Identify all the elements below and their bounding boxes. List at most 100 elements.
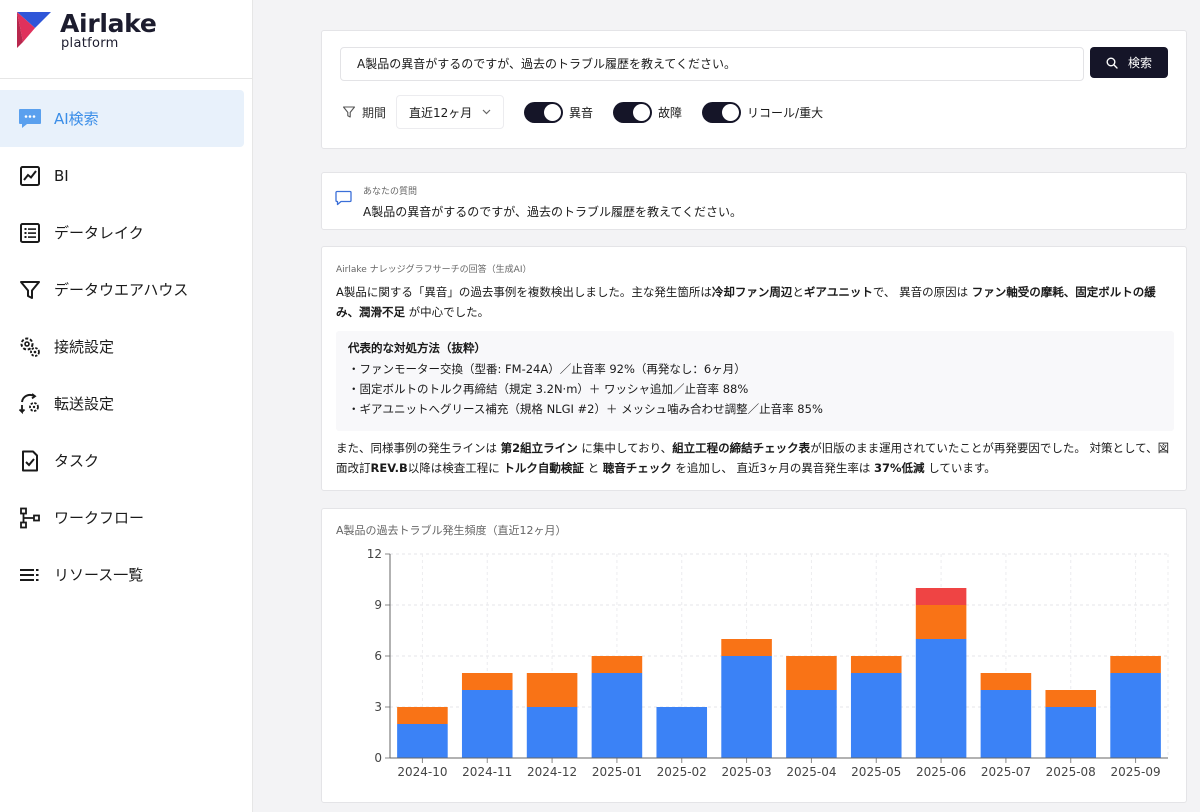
sidebar-item-label: データウエアハウス	[54, 281, 189, 299]
bar-chart: 0 3 6 9 12 2024-10 2024-11 2024-12 2025-01 2025-0…	[367, 547, 1169, 779]
search-button[interactable]: 検索	[1090, 47, 1168, 78]
answer-text: が中心でした。	[405, 305, 490, 319]
x-tick-label: 2025-06	[916, 765, 966, 779]
sidebar-item[interactable]: AI検索	[0, 90, 244, 147]
sidebar-item-label: ワークフロー	[54, 509, 145, 527]
search-button-label: 検索	[1127, 56, 1152, 70]
question-card: あなたの質問 A製品の異音がするのですが、過去のトラブル履歴を教えてください。	[321, 172, 1187, 230]
period-select-value: 直近12ヶ月	[409, 105, 473, 120]
toggle-noise: 異音	[524, 101, 594, 123]
bar-segment	[915, 639, 967, 758]
sidebar-item[interactable]: ワークフロー	[0, 489, 244, 546]
sidebar-item-label: データレイク	[54, 224, 144, 242]
chat-bubble-icon	[335, 190, 352, 206]
answer-text: A製品に関する「異音」の過去事例を複数検出しました。主な発生箇所は	[336, 285, 712, 299]
funnel-icon	[18, 278, 42, 302]
sidebar-item-label: AI検索	[54, 110, 99, 128]
bar-segment	[1110, 673, 1161, 758]
answer-text: に集中しており、	[577, 441, 673, 455]
toggle-switch-failure[interactable]	[613, 101, 653, 123]
gear-connect-icon	[18, 335, 42, 359]
answer-highlight: 冷却ファン周辺	[711, 285, 793, 299]
toggle-label-noise: 異音	[569, 105, 594, 120]
bar-segment	[656, 707, 708, 758]
question-caption: あなたの質問	[363, 187, 418, 197]
answer-header: Airlake ナレッジグラフサーチの回答（生成AI）	[336, 265, 532, 275]
period-label: 期間	[362, 105, 387, 120]
answer-text: と	[792, 285, 804, 299]
bar-segment	[980, 690, 1032, 758]
sidebar-item[interactable]: データレイク	[0, 204, 244, 261]
x-tick-label: 2025-08	[1046, 765, 1096, 779]
x-tick-label: 2024-12	[527, 765, 577, 779]
toggle-switch-noise[interactable]	[524, 101, 564, 123]
method-item: ・ファンモーター交換（型番: FM-24A）／止音率 92%（再発なし：6ヶ月）	[348, 362, 746, 376]
answer-highlight: 組立工程の締結チェック表	[672, 441, 811, 455]
answer-card: Airlake ナレッジグラフサーチの回答（生成AI） A製品に関する「異音」の…	[321, 246, 1187, 491]
bar-segment	[915, 605, 967, 639]
sidebar-item-label: 接続設定	[54, 338, 115, 356]
bar-segment	[850, 656, 902, 673]
sidebar-item-label: タスク	[54, 452, 100, 470]
workflow-icon	[18, 506, 42, 530]
sidebar-item[interactable]: リソース一覧	[0, 546, 244, 603]
x-tick-label: 2024-10	[397, 765, 447, 779]
airlake-logo-icon	[17, 12, 51, 48]
sidebar-item[interactable]: 接続設定	[0, 318, 244, 375]
sidebar-item[interactable]: タスク	[0, 432, 244, 489]
bar-segment	[397, 724, 448, 758]
search-input[interactable]: A製品の異音がするのですが、過去のトラブル履歴を教えてください。	[340, 47, 1084, 81]
toggle-label-failure: 故障	[658, 105, 683, 120]
sidebar-item[interactable]: データウエアハウス	[0, 261, 244, 318]
bar-segment	[980, 673, 1032, 690]
x-tick-label: 2024-11	[462, 765, 512, 779]
sidebar: Airlake platform AI検索 BI データレイクデータウエアハウス 接続…	[0, 0, 253, 812]
methods-box: 代表的な対処方法（抜粋） ・ファンモーター交換（型番: FM-24A）／止音率 …	[336, 331, 1174, 431]
methods-title: 代表的な対処方法（抜粋）	[348, 341, 486, 355]
sidebar-item[interactable]: BI	[0, 147, 244, 204]
search-panel: A製品の異音がするのですが、過去のトラブル履歴を教えてください。 検索 期間 直…	[321, 30, 1187, 149]
y-tick-label: 6	[374, 649, 382, 663]
answer-text: 以降は検査工程に	[407, 461, 504, 475]
answer-text: また、同様事例の発生ラインは	[336, 441, 501, 455]
bar-segment	[721, 639, 772, 656]
toggle-switch-recall[interactable]	[702, 101, 742, 123]
bar-segment	[1110, 656, 1161, 673]
toggle-failure: 故障	[613, 101, 683, 123]
y-tick-label: 0	[374, 751, 382, 765]
period-select[interactable]: 直近12ヶ月	[396, 95, 505, 129]
answer-highlight: ギアユニット	[803, 285, 873, 299]
answer-paragraph-1: A製品に関する「異音」の過去事例を複数検出しました。主な発生箇所は冷却ファン周辺…	[336, 282, 1176, 322]
x-tick-label: 2025-09	[1111, 765, 1161, 779]
bar-segment	[526, 707, 578, 758]
bar-segment	[1045, 707, 1097, 758]
filter-icon	[342, 106, 356, 118]
brand-name: Airlake	[60, 9, 157, 38]
answer-highlight: 第2組立ライン	[500, 441, 578, 455]
sidebar-nav: AI検索 BI データレイクデータウエアハウス 接続設定転送設定タスクワークフローリソ…	[0, 90, 253, 603]
resource-list-icon	[18, 563, 42, 587]
brand-sub: platform	[61, 36, 119, 51]
y-tick-label: 3	[374, 700, 382, 714]
line-chart-icon	[18, 164, 42, 188]
list-icon	[18, 221, 42, 245]
bar-segment	[915, 588, 967, 605]
bar-segment	[591, 673, 643, 758]
x-tick-label: 2025-04	[786, 765, 836, 779]
transfer-gear-icon	[18, 392, 42, 416]
sidebar-item[interactable]: 転送設定	[0, 375, 244, 432]
answer-text: を追加し、 直近3ヶ月の異音発生率は	[671, 461, 875, 475]
bar-segment	[786, 690, 837, 758]
answer-highlight: 37%低減	[874, 461, 925, 475]
search-icon	[1106, 57, 1118, 69]
x-tick-label: 2025-07	[981, 765, 1031, 779]
bar-segment	[397, 707, 448, 724]
logo[interactable]: Airlake platform	[0, 0, 252, 79]
sidebar-item-label: 転送設定	[54, 395, 115, 413]
answer-text: と	[583, 461, 603, 475]
x-tick-label: 2025-05	[851, 765, 901, 779]
filter-row: 期間 直近12ヶ月 異音 故障 リコール/重大	[342, 95, 823, 129]
method-item: ・固定ボルトのトルク再締結（規定 3.2N·m）＋ ワッシャ追加／止音率 88%	[348, 382, 749, 396]
y-tick-label: 9	[374, 598, 382, 612]
task-check-icon	[18, 449, 42, 473]
